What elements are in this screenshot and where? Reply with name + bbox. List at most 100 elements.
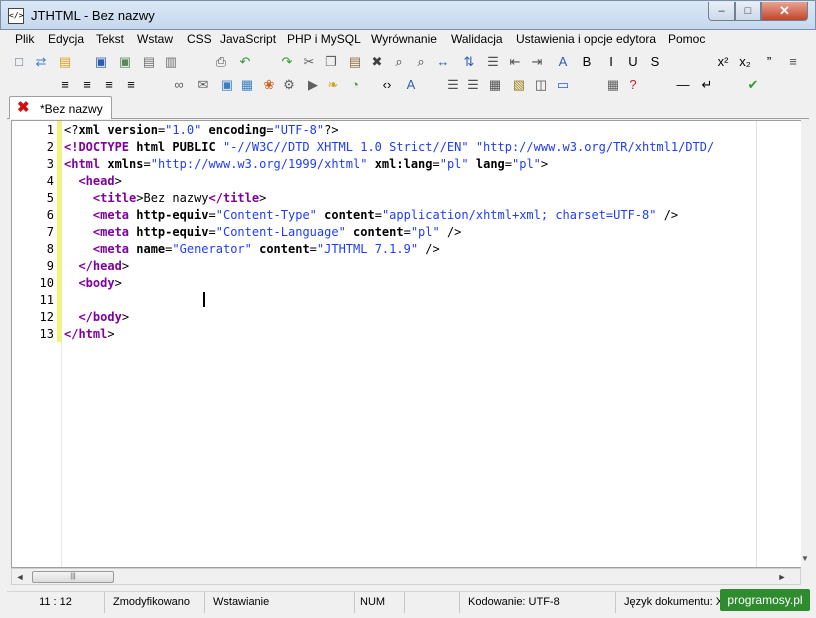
code-line[interactable]: </head> (64, 258, 129, 275)
menu-plik[interactable]: Plik (15, 32, 34, 46)
code-line[interactable]: <meta http-equiv="Content-Language" cont… (64, 224, 462, 241)
open-folder-icon[interactable]: ▤ (57, 54, 73, 70)
gallery-icon[interactable]: ▦ (239, 77, 255, 93)
strikethrough-icon[interactable]: S (647, 54, 663, 70)
close-window-button[interactable]: ✕ (761, 2, 808, 21)
form-icon[interactable]: ▭ (555, 77, 571, 93)
new-document-icon[interactable]: □ (11, 54, 27, 70)
code-token: = (208, 225, 216, 239)
menu-tekst[interactable]: Tekst (96, 32, 124, 46)
flash-icon[interactable]: ⚙ (281, 77, 297, 93)
align-left-icon[interactable]: ≡ (57, 77, 73, 93)
maximize-button[interactable]: □ (735, 2, 761, 21)
ordered-list-icon[interactable]: ☰ (465, 77, 481, 93)
horizontal-scrollbar[interactable]: ◄ ||| ► (11, 568, 801, 585)
indent-list-icon[interactable]: ☰ (485, 54, 501, 70)
format-toolbar: ≡ ≡ ≡ ≡ ∞ ✉ ▣ ▦ ❀ ⚙ ▶ ❧ ◔ ‹› A ☰ ☰ ▦ ▧ ◫ ▭ ▦? — ↵ ✔ (7, 74, 809, 97)
scroll-down-arrow-icon[interactable]: ▼ (801, 554, 809, 564)
help-icon[interactable]: ? (625, 77, 641, 93)
code-line[interactable]: <body> (64, 275, 121, 292)
vertical-scrollbar[interactable]: ▼ (801, 120, 809, 568)
code-token: ?> (324, 123, 339, 137)
code-line[interactable]: </html> (64, 326, 115, 343)
italic-icon[interactable]: I (603, 54, 619, 70)
menu-edycja[interactable]: Edycja (48, 32, 84, 46)
copy-icon[interactable]: ❐ (323, 54, 339, 70)
validate-icon[interactable]: ✔ (745, 77, 761, 93)
table-edit-icon[interactable]: ▧ (511, 77, 527, 93)
subscript-icon[interactable]: x₂ (737, 54, 753, 70)
close-tab-icon[interactable]: ✖ (17, 100, 30, 115)
sort-icon[interactable]: ⇅ (461, 54, 477, 70)
underline-icon[interactable]: U (625, 54, 641, 70)
link-icon[interactable]: ∞ (171, 77, 187, 93)
menu-pomoc[interactable]: Pomoc (668, 32, 705, 46)
save-icon[interactable]: ▣ (93, 54, 109, 70)
media-icon[interactable]: ▶ (305, 77, 321, 93)
script-icon[interactable]: ❧ (325, 77, 341, 93)
menu-ustawienia[interactable]: Ustawienia i opcje edytora (516, 32, 656, 46)
line-break-icon[interactable]: ↵ (699, 77, 715, 93)
code-line[interactable]: <html xmlns="http://www.w3.org/1999/xhtm… (64, 156, 548, 173)
color-palette-icon[interactable]: ❀ (261, 77, 277, 93)
email-icon[interactable]: ✉ (195, 77, 211, 93)
image-icon[interactable]: ▣ (219, 77, 235, 93)
find-next-icon[interactable]: ⌕ (413, 54, 429, 70)
outdent-icon[interactable]: ⇤ (507, 54, 523, 70)
save-all-icon[interactable]: ▤ (141, 54, 157, 70)
scrollbar-thumb[interactable]: ||| (32, 571, 114, 583)
code-line[interactable]: </body> (64, 309, 129, 326)
menu-css[interactable]: CSS (187, 32, 212, 46)
horizontal-rule-icon[interactable]: — (675, 77, 691, 93)
unordered-list-icon[interactable]: ☰ (445, 77, 461, 93)
code-line[interactable]: <meta name="Generator" content="JTHTML 7… (64, 241, 440, 258)
scroll-left-arrow-icon[interactable]: ◄ (14, 571, 26, 583)
indent-icon[interactable]: ⇥ (529, 54, 545, 70)
redo-icon[interactable]: ↷ (279, 54, 295, 70)
align-right-icon[interactable]: ≡ (101, 77, 117, 93)
code-editor[interactable]: 1 2 3 4 5 6 7 8 9 10 11 12 13 <?xml version="1.0" en… (11, 120, 801, 568)
minimize-button[interactable]: – (708, 2, 735, 21)
menu-php-mysql[interactable]: PHP i MySQL (287, 32, 361, 46)
table-icon[interactable]: ▦ (487, 77, 503, 93)
save-as-icon[interactable]: ▣ (117, 54, 133, 70)
align-justify-icon[interactable]: ≡ (123, 77, 139, 93)
code-line[interactable]: <title>Bez nazwy</title> (64, 190, 266, 207)
align-center-icon[interactable]: ≡ (79, 77, 95, 93)
menu-wyrownanie[interactable]: Wyrównanie (371, 32, 437, 46)
code-line[interactable]: <?xml version="1.0" encoding="UTF-8"?> (64, 122, 339, 139)
print-icon[interactable]: ⎙ (213, 54, 229, 70)
close-file-icon[interactable]: ▥ (163, 54, 179, 70)
tab-bez-nazwy[interactable]: ✖ *Bez nazwy (9, 96, 112, 119)
replace-icon[interactable]: ↔ (435, 54, 451, 70)
undo-icon[interactable]: ↶ (237, 54, 253, 70)
layout-icon[interactable]: ◫ (533, 77, 549, 93)
calculator-icon[interactable]: ▦ (605, 77, 621, 93)
quote-icon[interactable]: ” (761, 54, 777, 70)
superscript-icon[interactable]: x² (715, 54, 731, 70)
text-format-icon[interactable]: A (403, 77, 419, 93)
new-template-icon[interactable]: ⇄ (33, 54, 49, 70)
code-token: <head (78, 174, 115, 188)
code-token: "JTHTML 7.1.9" (316, 242, 419, 256)
font-style-icon[interactable]: A (555, 54, 571, 70)
timer-icon[interactable]: ◔ (347, 77, 363, 93)
find-icon[interactable]: ⌕ (391, 54, 407, 70)
title-bar: </> JTHTML - Bez nazwy – □ ✕ (0, 0, 816, 30)
menu-wstaw[interactable]: Wstaw (137, 32, 173, 46)
app-icon[interactable]: </> (8, 8, 24, 24)
code-line[interactable]: <head> (64, 173, 121, 190)
code-line[interactable]: <!DOCTYPE html PUBLIC "-//W3C//DTD XHTML… (64, 139, 714, 156)
line-number: 12 (39, 310, 54, 324)
code-line[interactable]: <meta http-equiv="Content-Type" content=… (64, 207, 678, 224)
bold-icon[interactable]: B (579, 54, 595, 70)
cut-icon[interactable]: ✂ (301, 54, 317, 70)
delete-icon[interactable]: ✖ (369, 54, 385, 70)
code-text-area[interactable]: <?xml version="1.0" encoding="UTF-8"?> <!… (64, 121, 802, 567)
list-icon[interactable]: ≡ (785, 54, 801, 70)
menu-walidacja[interactable]: Walidacja (451, 32, 503, 46)
paste-icon[interactable]: ▤ (347, 54, 363, 70)
menu-javascript[interactable]: JavaScript (220, 32, 276, 46)
scroll-right-arrow-icon[interactable]: ► (776, 571, 788, 583)
code-brackets-icon[interactable]: ‹› (379, 77, 395, 93)
